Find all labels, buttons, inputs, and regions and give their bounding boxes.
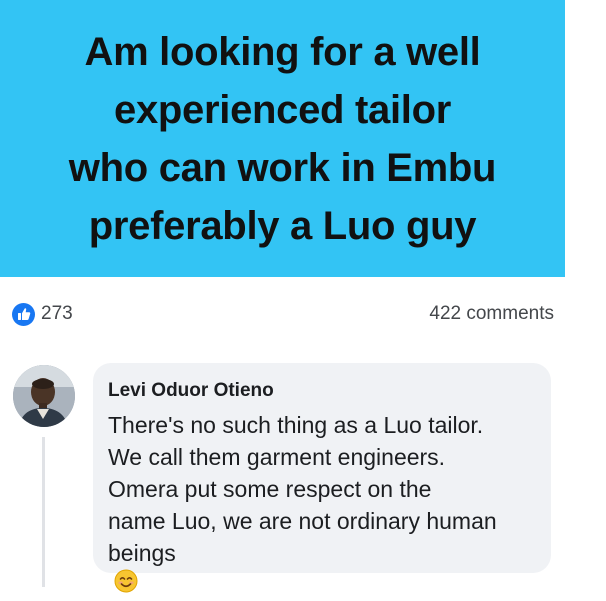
comment-author-name[interactable]: Levi Oduor Otieno: [108, 379, 539, 403]
avatar[interactable]: [13, 365, 75, 427]
comment: Levi Oduor Otieno There's no such thing …: [0, 355, 606, 593]
post-text-line: Am looking for a well: [84, 29, 481, 74]
comment-bubble: Levi Oduor Otieno There's no such thing …: [93, 363, 551, 593]
comment-text-line: We call them garment engineers.: [108, 444, 446, 470]
reactions-summary[interactable]: 273: [12, 302, 73, 326]
comment-text: There's no such thing as a Luo tailor. W…: [108, 409, 539, 601]
comment-text-line: name Luo, we are not ordinary human: [108, 508, 497, 534]
smiling-face-emoji: [114, 569, 539, 601]
post-text: Am looking for a well experienced tailor…: [23, 23, 543, 255]
post-text-line: preferably a Luo guy: [88, 203, 477, 248]
comments-count-link[interactable]: 422 comments: [429, 303, 554, 325]
like-icon: [12, 302, 35, 326]
reaction-count: 273: [41, 303, 73, 324]
comment-text-line: There's no such thing as a Luo tailor.: [108, 412, 484, 438]
comment-text-last-line: beings: [108, 537, 539, 601]
post-text-line: experienced tailor: [114, 87, 451, 132]
reactions-bar: 273 422 comments: [12, 300, 554, 328]
post-text-line: who can work in Embu: [68, 145, 497, 190]
post-text-banner: Am looking for a well experienced tailor…: [0, 0, 565, 277]
thread-line: [42, 437, 45, 587]
comment-text-line: beings: [108, 540, 176, 566]
comment-text-line: Omera put some respect on the: [108, 476, 432, 502]
